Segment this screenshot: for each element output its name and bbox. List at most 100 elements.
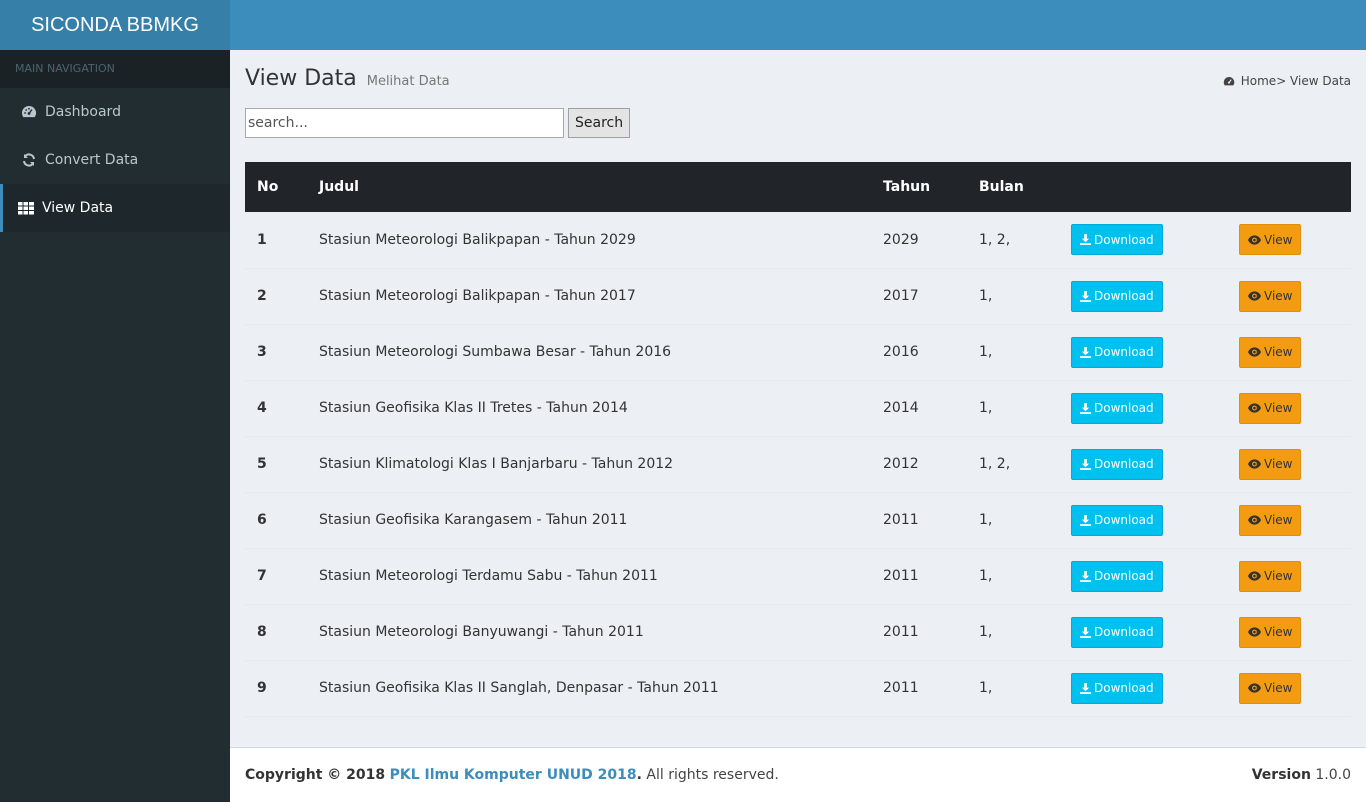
view-label: View — [1264, 569, 1293, 583]
download-icon — [1080, 346, 1091, 358]
view-label: View — [1264, 513, 1293, 527]
view-button[interactable]: View — [1239, 616, 1302, 648]
breadcrumb[interactable]: Home> View Data — [1223, 74, 1351, 88]
cell-judul: Stasiun Meteorologi Terdamu Sabu - Tahun… — [319, 568, 658, 584]
cell-no: 5 — [257, 456, 267, 472]
search-button[interactable]: Search — [568, 108, 631, 138]
page-title: View Data — [245, 66, 357, 91]
cell-bulan: 1, — [979, 680, 993, 696]
download-icon — [1080, 402, 1091, 414]
cell-no: 1 — [257, 231, 267, 248]
version: Version 1.0.0 — [1252, 767, 1351, 783]
cell-no: 8 — [257, 624, 267, 640]
cell-bulan: 1, — [979, 400, 993, 416]
version-value: 1.0.0 — [1315, 767, 1351, 783]
footer: Copyright © 2018 PKL Ilmu Komputer UNUD … — [230, 747, 1366, 802]
cell-bulan: 1, — [979, 512, 993, 528]
cell-tahun: 2014 — [883, 400, 919, 416]
table-row: 6 Stasiun Geofisika Karangasem - Tahun 20… — [245, 492, 1351, 548]
column-header-bulan: Bulan — [979, 179, 1024, 195]
download-button[interactable]: Download — [1071, 672, 1163, 704]
download-icon — [1080, 234, 1091, 246]
breadcrumb-text[interactable]: Home> View Data — [1241, 74, 1351, 88]
table-row: 4 Stasiun Geofisika Klas II Tretes - Tahu… — [245, 380, 1351, 436]
cell-tahun: 2011 — [883, 680, 919, 696]
eye-icon — [1248, 515, 1261, 525]
search-input[interactable] — [245, 108, 564, 138]
table-row: 7 Stasiun Meteorologi Terdamu Sabu - Tahu… — [245, 548, 1351, 604]
download-button[interactable]: Download — [1071, 392, 1163, 424]
view-label: View — [1264, 232, 1293, 247]
version-label: Version — [1251, 767, 1311, 783]
column-header-view — [1227, 162, 1351, 212]
eye-icon — [1248, 235, 1261, 245]
view-label: View — [1264, 289, 1293, 303]
table-row: 9 Stasiun Geofisika Klas II Sanglah, Denp… — [245, 660, 1351, 716]
cell-download: Download — [1059, 380, 1227, 436]
top-navbar: SICONDA BBMKG — [0, 0, 1366, 50]
download-label: Download — [1094, 681, 1154, 695]
table-row: 1 Stasiun Meteorologi Balikpapan - Tahun … — [245, 212, 1351, 268]
cell-judul: Stasiun Klimatologi Klas I Banjarbaru - … — [319, 456, 674, 472]
eye-icon — [1248, 459, 1261, 469]
view-button[interactable]: View — [1239, 672, 1302, 704]
cell-download: Download — [1059, 212, 1227, 268]
cell-download: Download — [1059, 548, 1227, 604]
view-label: View — [1264, 345, 1293, 359]
dashboard-icon — [21, 104, 37, 120]
cell-bulan: 1, 2, — [979, 231, 1011, 248]
download-label: Download — [1094, 345, 1154, 359]
sidebar-item-view-data[interactable]: View Data — [0, 184, 230, 232]
cell-view: View — [1227, 492, 1351, 548]
table-row: 8 Stasiun Meteorologi Banyuwangi - Tahun … — [245, 604, 1351, 660]
download-icon — [1080, 570, 1091, 582]
download-button[interactable]: Download — [1071, 224, 1163, 256]
sidebar: MAIN NAVIGATION Dashboard Convert Data V… — [0, 50, 230, 802]
cell-tahun: 2017 — [883, 288, 919, 304]
download-button[interactable]: Download — [1071, 336, 1163, 368]
download-label: Download — [1094, 289, 1154, 303]
view-button[interactable]: View — [1239, 504, 1302, 536]
refresh-icon — [21, 152, 37, 168]
main-content: View Data Melihat Data Home> View Data S… — [230, 50, 1366, 747]
cell-judul: Stasiun Meteorologi Sumbawa Besar - Tahu… — [319, 344, 672, 360]
table-row: 3 Stasiun Meteorologi Sumbawa Besar - Tah… — [245, 324, 1351, 380]
column-header-no: No — [257, 179, 279, 195]
view-label: View — [1264, 401, 1293, 415]
view-button[interactable]: View — [1239, 448, 1302, 480]
cell-tahun: 2012 — [883, 456, 919, 472]
view-button[interactable]: View — [1239, 224, 1302, 256]
cell-judul: Stasiun Meteorologi Balikpapan - Tahun 2… — [319, 288, 636, 304]
page-subtitle: Melihat Data — [366, 74, 450, 89]
download-label: Download — [1094, 457, 1154, 471]
table-row: 5 Stasiun Klimatologi Klas I Banjarbaru -… — [245, 436, 1351, 492]
download-button[interactable]: Download — [1071, 448, 1163, 480]
download-label: Download — [1094, 401, 1154, 415]
footer-link[interactable]: PKL Ilmu Komputer UNUD 2018 — [390, 767, 637, 783]
cell-judul: Stasiun Meteorologi Balikpapan - Tahun 2… — [319, 231, 636, 248]
sidebar-item-label: View Data — [42, 200, 114, 216]
download-button[interactable]: Download — [1071, 560, 1163, 592]
view-label: View — [1264, 457, 1293, 471]
cell-download: Download — [1059, 492, 1227, 548]
view-button[interactable]: View — [1239, 336, 1302, 368]
cell-view: View — [1227, 212, 1351, 268]
cell-judul: Stasiun Geofisika Karangasem - Tahun 201… — [319, 512, 628, 528]
data-table: No Judul Tahun Bulan 1 Stasiun Meteorolog… — [245, 162, 1351, 717]
app-logo[interactable]: SICONDA BBMKG — [0, 0, 230, 50]
download-button[interactable]: Download — [1071, 616, 1163, 648]
cell-download: Download — [1059, 436, 1227, 492]
cell-download: Download — [1059, 604, 1227, 660]
view-button[interactable]: View — [1239, 560, 1302, 592]
cell-judul: Stasiun Geofisika Klas II Tretes - Tahun… — [319, 400, 628, 416]
cell-view: View — [1227, 268, 1351, 324]
sidebar-item-convert-data[interactable]: Convert Data — [0, 136, 230, 184]
column-header-download — [1059, 162, 1227, 212]
view-button[interactable]: View — [1239, 280, 1302, 312]
view-button[interactable]: View — [1239, 392, 1302, 424]
download-icon — [1080, 458, 1091, 470]
download-button[interactable]: Download — [1071, 280, 1163, 312]
sidebar-item-dashboard[interactable]: Dashboard — [0, 88, 230, 136]
download-button[interactable]: Download — [1071, 504, 1163, 536]
cell-download: Download — [1059, 324, 1227, 380]
